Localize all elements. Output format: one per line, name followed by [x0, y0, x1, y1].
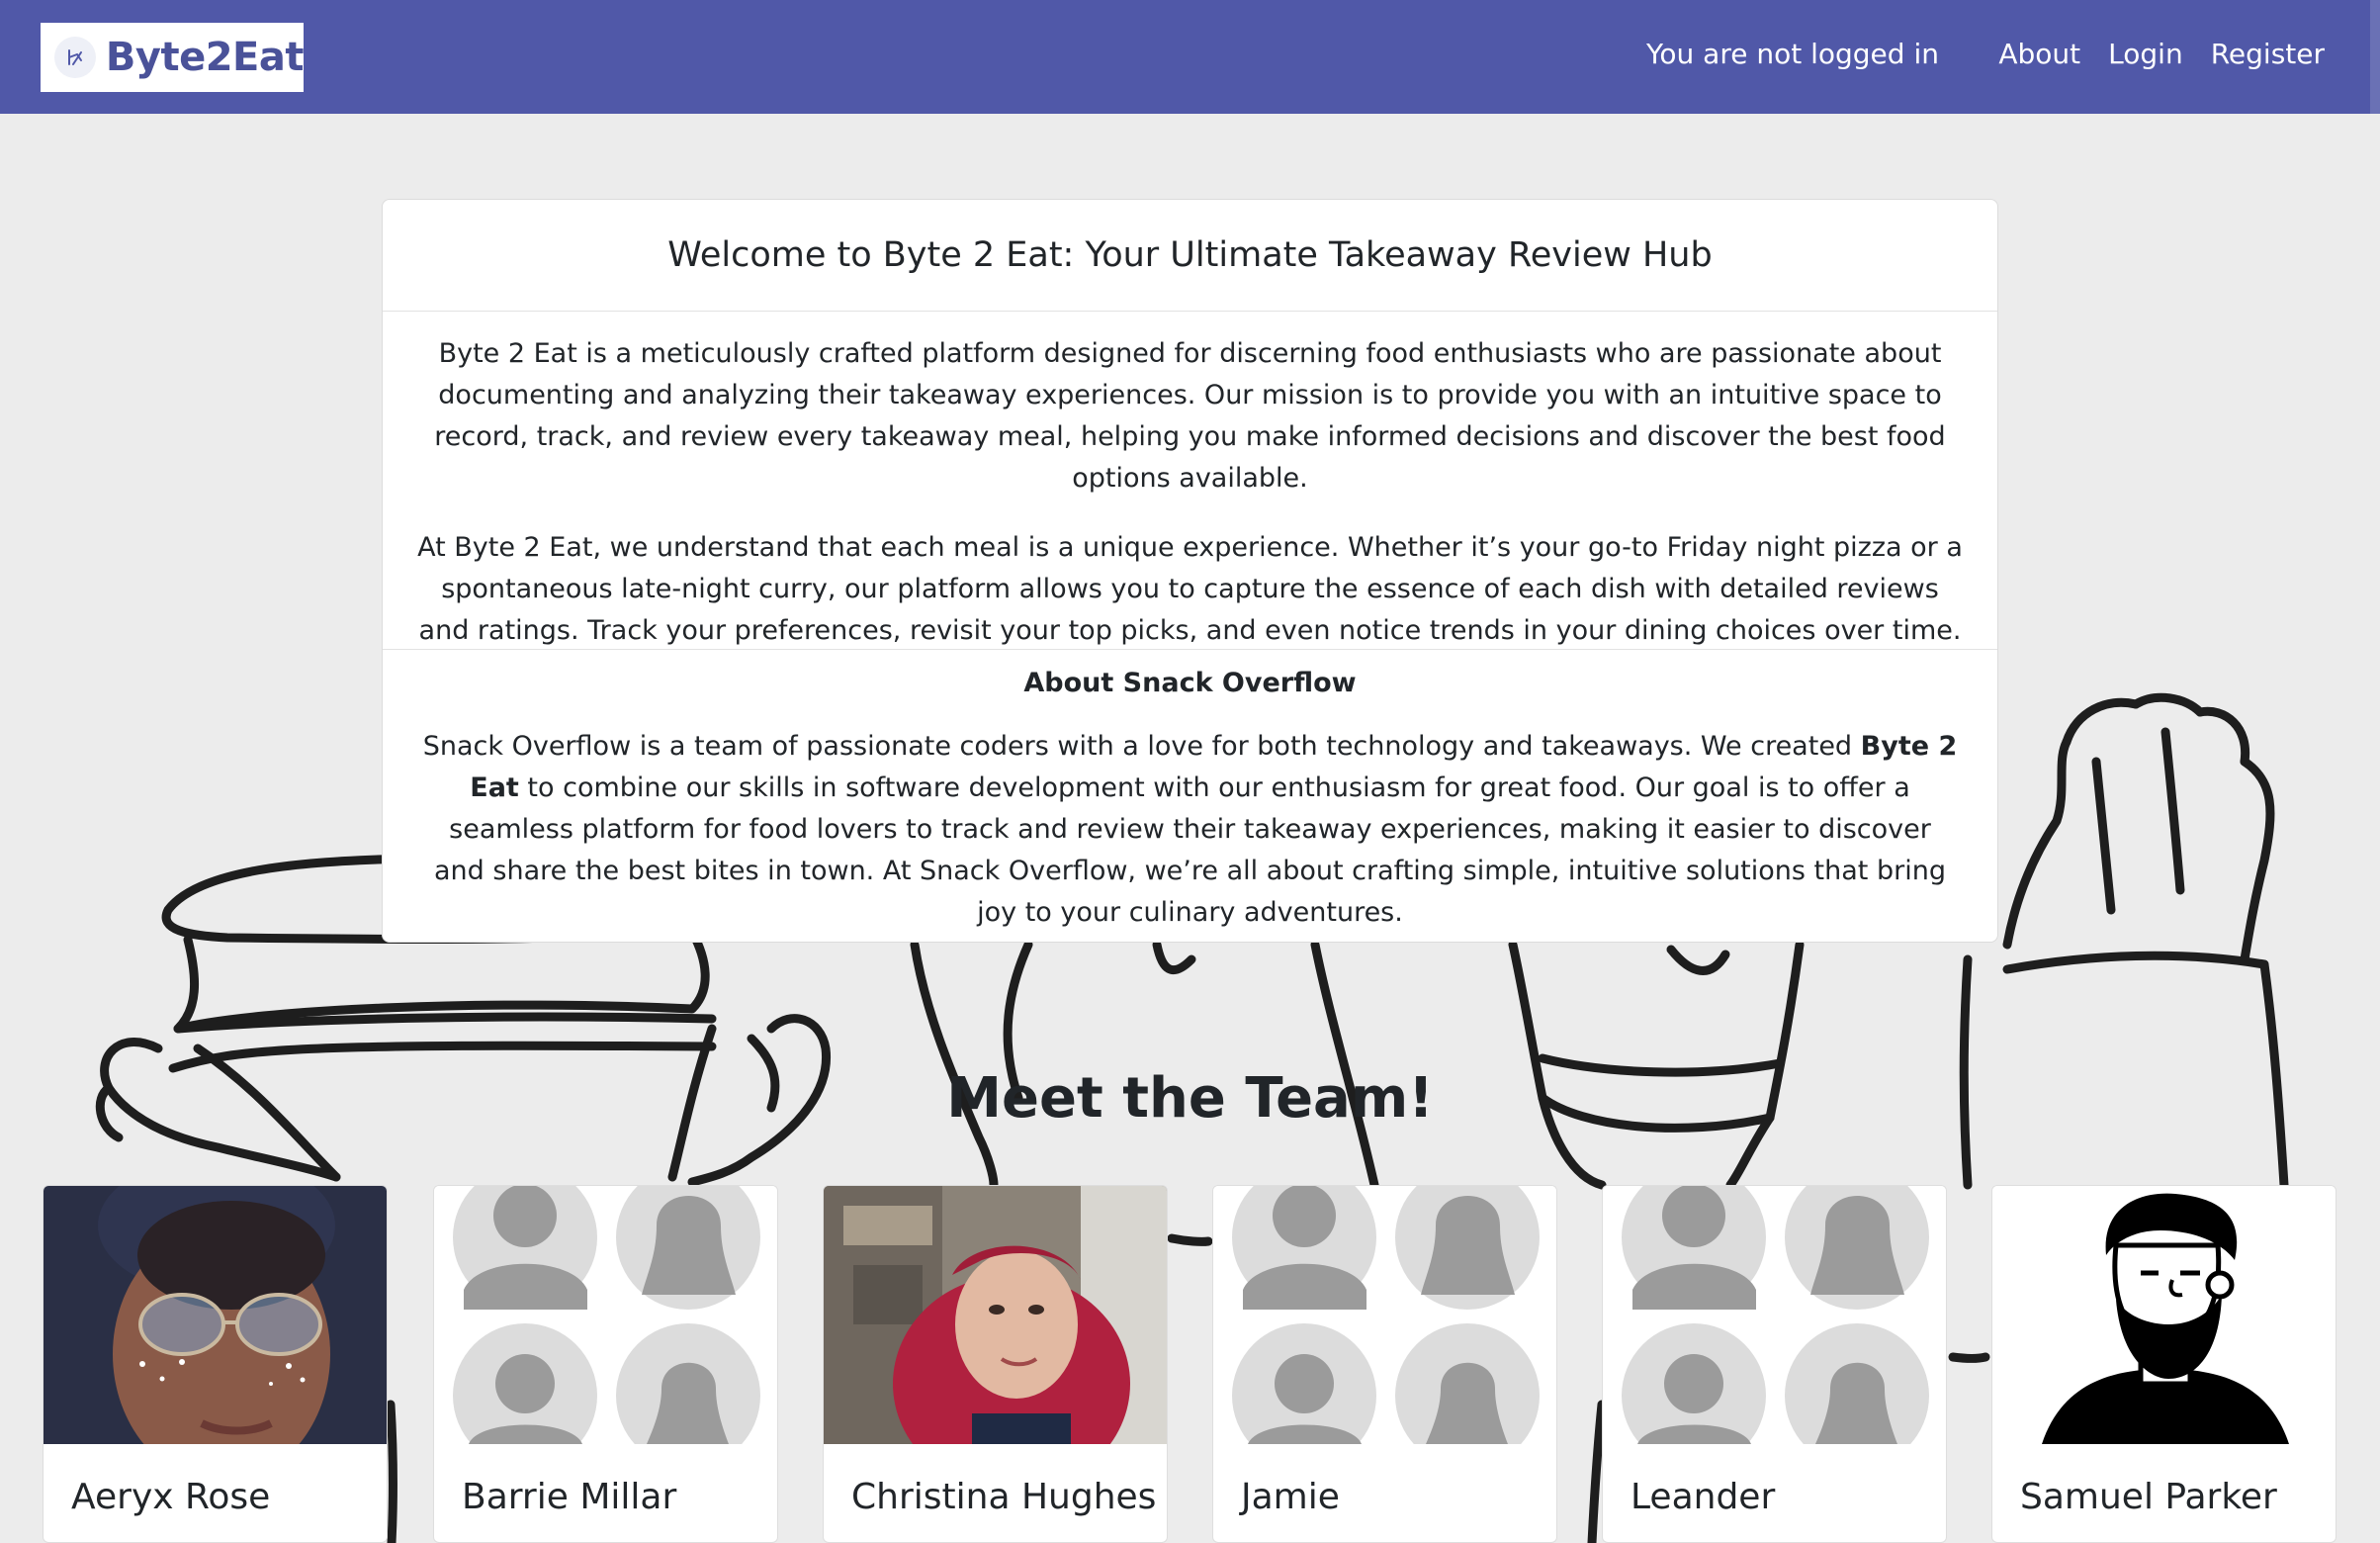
- about-title: About Snack Overflow: [1023, 668, 1357, 698]
- team-title: Meet the Team!: [946, 1066, 1434, 1131]
- about-section: About Snack Overflow Snack Overflow is a…: [383, 650, 1997, 934]
- welcome-paragraph-2: At Byte 2 Eat, we understand that each m…: [417, 532, 1963, 646]
- about-text-after: to combine our skills in software develo…: [434, 772, 1946, 928]
- team-member-card[interactable]: Barrie Millar: [433, 1185, 778, 1543]
- welcome-card-header: Welcome to Byte 2 Eat: Your Ultimate Tak…: [383, 200, 1997, 312]
- team-member-card[interactable]: Leander: [1602, 1185, 1947, 1543]
- nav-link-register[interactable]: Register: [2211, 38, 2325, 70]
- team-member-card[interactable]: Jamie: [1212, 1185, 1557, 1543]
- about-paragraph: Snack Overflow is a team of passionate c…: [422, 726, 1958, 934]
- member-name: Leander: [1631, 1477, 1776, 1517]
- placeholder-avatars-icon: [1603, 1186, 1946, 1444]
- welcome-paragraph-1: Byte 2 Eat is a meticulously crafted pla…: [434, 338, 1946, 494]
- brand-name: Byte2Eat: [105, 35, 305, 80]
- member-name: Aeryx Rose: [71, 1477, 271, 1517]
- login-status-text: You are not logged in: [1646, 38, 1939, 70]
- nav-link-about[interactable]: About: [1998, 38, 2080, 70]
- nav-link-login[interactable]: Login: [2108, 38, 2183, 70]
- member-name: Jamie: [1241, 1477, 1340, 1517]
- team-member-card[interactable]: Samuel Parker: [1991, 1185, 2336, 1543]
- member-name: Christina Hughes: [851, 1477, 1157, 1517]
- brand-logo-link[interactable]: Byte2Eat: [41, 23, 305, 92]
- welcome-card: Welcome to Byte 2 Eat: Your Ultimate Tak…: [382, 199, 1998, 943]
- cartoon-avatar-icon: [1992, 1186, 2336, 1444]
- scrollbar[interactable]: [2370, 0, 2380, 114]
- placeholder-avatars-icon: [1213, 1186, 1556, 1444]
- member-photo: [44, 1186, 387, 1444]
- team-member-card[interactable]: Christina Hughes: [823, 1185, 1168, 1543]
- placeholder-avatars-icon: [434, 1186, 777, 1444]
- member-name: Barrie Millar: [462, 1477, 677, 1517]
- brand-logo-icon: [54, 37, 96, 78]
- welcome-card-body: Byte 2 Eat is a meticulously crafted pla…: [383, 312, 1997, 650]
- member-photo: [824, 1186, 1167, 1444]
- about-text-before: Snack Overflow is a team of passionate c…: [422, 731, 1861, 762]
- page: Byte2Eat You are not logged in About Log…: [0, 0, 2380, 1543]
- nav-links: About Login Register: [1998, 38, 2325, 70]
- top-navbar: Byte2Eat You are not logged in About Log…: [0, 0, 2380, 114]
- welcome-title: Welcome to Byte 2 Eat: Your Ultimate Tak…: [667, 235, 1713, 275]
- team-member-card[interactable]: Aeryx Rose: [43, 1185, 388, 1543]
- member-name: Samuel Parker: [2020, 1477, 2277, 1517]
